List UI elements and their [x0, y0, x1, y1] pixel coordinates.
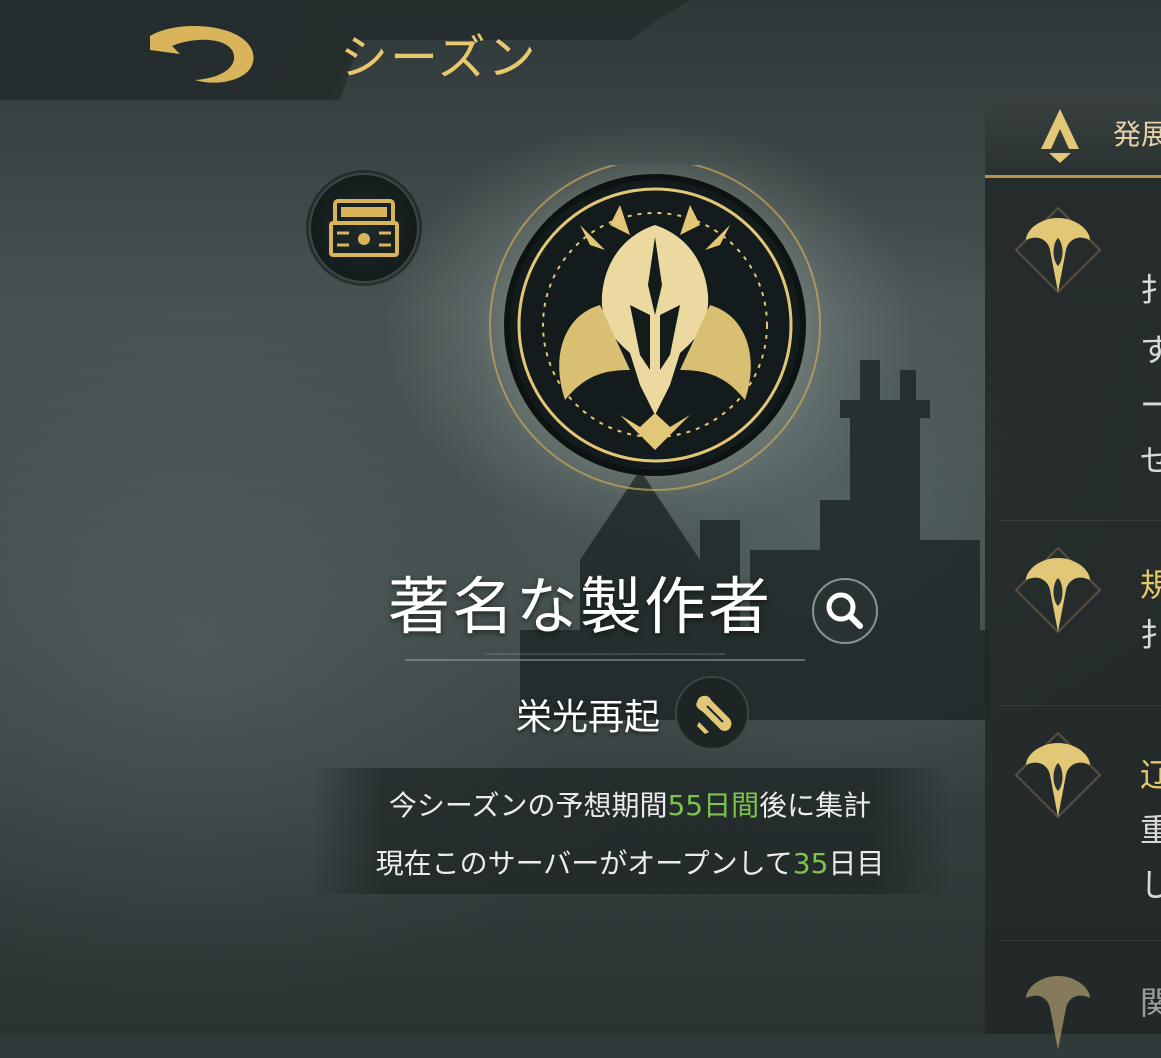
- list-item[interactable]: 辽 重 し: [1000, 705, 1161, 941]
- server-open-text: 現在このサーバーがオープンして35日目: [375, 847, 885, 880]
- row-title: 規: [1140, 566, 1161, 604]
- row-text-1: 扌: [1140, 271, 1161, 309]
- list-item[interactable]: 扌 す ー せ: [1000, 190, 1161, 521]
- row-text-2: す: [1140, 331, 1161, 369]
- crest-icon: [1014, 731, 1102, 819]
- season-subtitle: 栄光再起: [515, 697, 660, 738]
- back-button[interactable]: [0, 0, 300, 100]
- row-title: 関: [1140, 984, 1161, 1022]
- row-text: し: [1140, 866, 1161, 904]
- row-text: 扌: [1140, 616, 1161, 654]
- development-tab-label: 発展: [1113, 118, 1161, 151]
- season-title-name: 著名な製作者: [387, 570, 772, 643]
- season-period-text: 今シーズンの予想期間55日間後に集計: [388, 789, 872, 822]
- crest-icon: [1014, 546, 1102, 634]
- row-text: 重: [1140, 811, 1161, 849]
- treasure-chest-button[interactable]: [309, 173, 419, 283]
- development-icon: [1041, 109, 1079, 163]
- list-item[interactable]: 関: [1000, 940, 1161, 1050]
- inspect-button[interactable]: [812, 578, 878, 644]
- crest-icon: [1014, 206, 1102, 294]
- treasure-chest-icon: [329, 199, 399, 257]
- development-panel: 発展 扌 す ー せ 規 扌 辽 重 し 関: [985, 95, 1161, 1050]
- page-title: シーズン: [340, 30, 538, 86]
- row-title: 辽: [1140, 756, 1161, 794]
- scroll-icon: [696, 695, 732, 734]
- crest-icon: [1026, 976, 1090, 1050]
- season-info-band: 今シーズンの予想期間55日間後に集計 現在このサーバーがオープンして35日目: [310, 768, 950, 894]
- server-days-value: 35: [792, 847, 829, 880]
- scroll-button[interactable]: [675, 676, 749, 750]
- development-tab[interactable]: 発展: [985, 95, 1161, 178]
- magnifier-icon: [826, 592, 863, 629]
- list-item[interactable]: 規 扌: [1000, 520, 1161, 706]
- row-text-4: せ: [1140, 441, 1161, 479]
- top-bar: シーズン: [0, 0, 700, 100]
- row-text-3: ー: [1140, 386, 1161, 424]
- season-emblem: [477, 165, 830, 495]
- period-days-value: 55日間: [667, 789, 760, 822]
- title-divider: [405, 653, 805, 661]
